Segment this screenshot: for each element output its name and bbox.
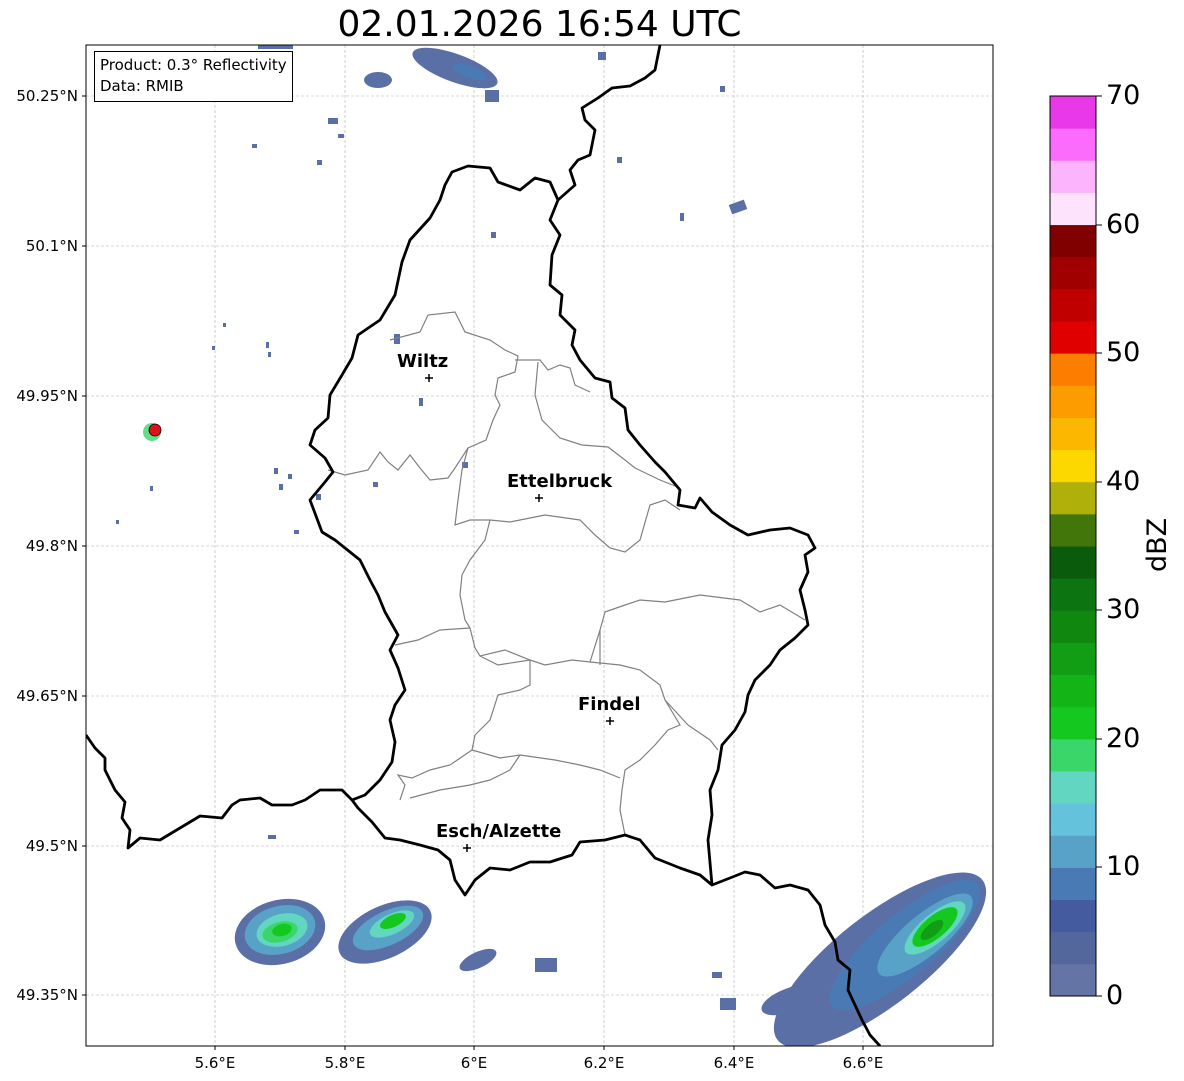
lat-tick-label: 49.8°N xyxy=(25,537,78,555)
lon-tick-label: 5.8°E xyxy=(324,1054,366,1072)
colorbar-segment xyxy=(1050,706,1096,740)
product-label: Product: 0.3° Reflectivity xyxy=(100,56,287,74)
lon-tick-label: 6°E xyxy=(460,1054,488,1072)
colorbar-segment xyxy=(1050,224,1096,258)
colorbar-tick-label: 10 xyxy=(1106,851,1141,882)
colorbar-segment xyxy=(1050,963,1096,997)
colorbar-segment xyxy=(1050,803,1096,836)
colorbar-tick-label: 50 xyxy=(1106,337,1141,368)
city-label-findel: Findel xyxy=(578,694,641,715)
lat-tick-label: 49.5°N xyxy=(25,837,78,855)
colorbar-tick-label: 0 xyxy=(1106,980,1124,1011)
colorbar-tick-label: 30 xyxy=(1106,594,1141,625)
colorbar-tick-label: 60 xyxy=(1106,209,1141,240)
colorbar-tick-label: 70 xyxy=(1106,80,1141,111)
lon-tick-label: 6.2°E xyxy=(583,1054,625,1072)
colorbar-segment xyxy=(1050,674,1096,708)
colorbar-segment xyxy=(1050,835,1096,868)
colorbar-label: dBZ xyxy=(1142,517,1173,572)
colorbar-segment xyxy=(1050,578,1096,611)
lat-tick-label: 49.35°N xyxy=(16,986,78,1004)
colorbar-segment xyxy=(1050,642,1096,676)
colorbar-segment xyxy=(1050,546,1096,579)
lon-tick-label: 5.6°E xyxy=(194,1054,236,1072)
map-title: 02.01.2026 16:54 UTC xyxy=(337,4,742,45)
colorbar-segment xyxy=(1050,385,1096,418)
lon-tick-label: 6.4°E xyxy=(713,1054,755,1072)
lat-tick-label: 49.65°N xyxy=(16,687,78,705)
colorbar xyxy=(1049,95,1102,997)
colorbar-segment xyxy=(1050,128,1096,161)
colorbar-segment xyxy=(1050,610,1096,643)
colorbar-segment xyxy=(1050,771,1096,804)
colorbar-segment xyxy=(1050,449,1096,483)
lat-tick-label: 50.25°N xyxy=(16,87,78,105)
lat-tick-label: 50.1°N xyxy=(25,237,78,255)
city-label-wiltz: Wiltz xyxy=(397,351,449,372)
colorbar-segment xyxy=(1050,481,1096,515)
colorbar-segment xyxy=(1050,321,1096,354)
colorbar-segment xyxy=(1050,353,1096,386)
colorbar-segment xyxy=(1050,96,1096,129)
colorbar-segment xyxy=(1050,899,1096,933)
colorbar-segment xyxy=(1050,738,1096,772)
city-label-esch: Esch/Alzette xyxy=(436,821,562,842)
colorbar-segment xyxy=(1050,160,1096,193)
colorbar-segment xyxy=(1050,417,1096,451)
colorbar-segment xyxy=(1050,513,1096,547)
colorbar-segment xyxy=(1050,867,1096,901)
lat-tick-label: 49.95°N xyxy=(16,387,78,405)
lon-tick-label: 6.6°E xyxy=(842,1054,884,1072)
city-label-ettelbruck: Ettelbruck xyxy=(507,471,613,492)
colorbar-segment xyxy=(1050,288,1096,322)
colorbar-tick-label: 40 xyxy=(1106,466,1141,497)
data-source-label: Data: RMIB xyxy=(100,77,184,95)
colorbar-segment xyxy=(1050,931,1096,965)
colorbar-segment xyxy=(1050,256,1096,290)
product-info-box: Product: 0.3° Reflectivity Data: RMIB xyxy=(94,51,293,102)
colorbar-segment xyxy=(1050,192,1096,226)
colorbar-tick-label: 20 xyxy=(1106,723,1141,754)
